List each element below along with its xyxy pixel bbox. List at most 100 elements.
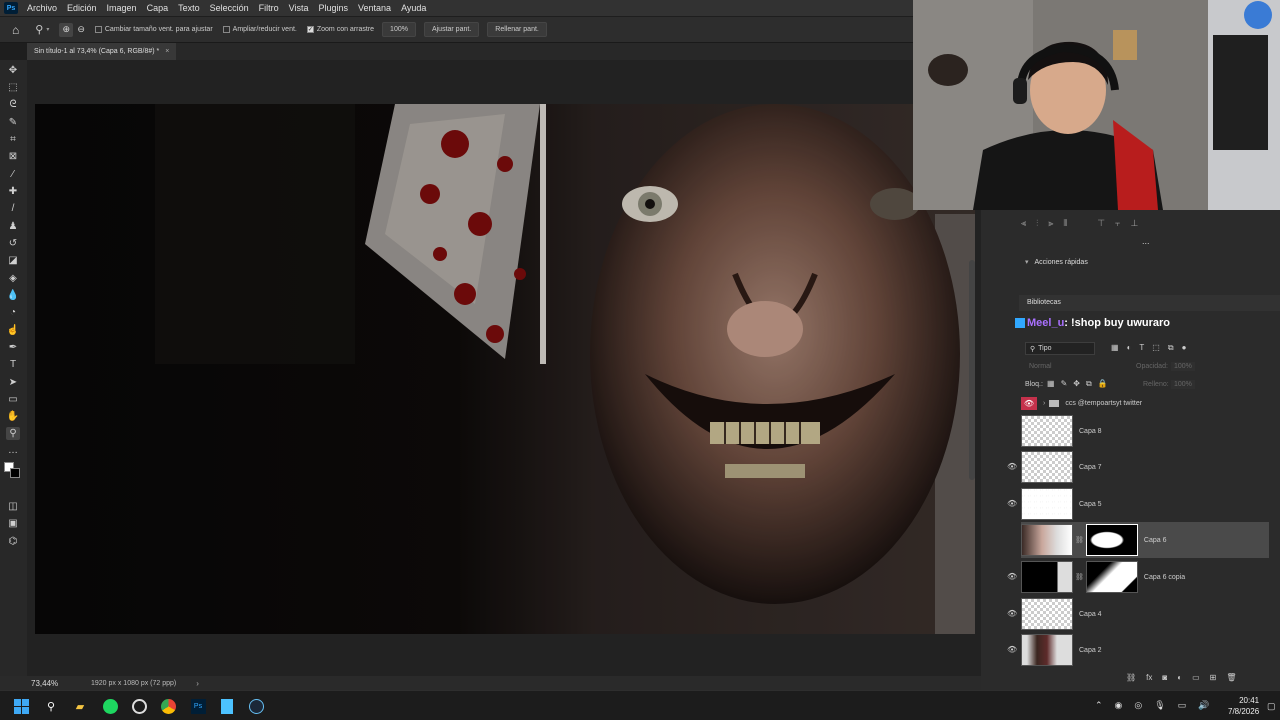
chevron-up-icon[interactable]: ⌃ bbox=[1095, 700, 1103, 711]
menu-ventana[interactable]: Ventana bbox=[353, 3, 396, 13]
notifications-icon[interactable]: ▢ bbox=[1267, 701, 1276, 712]
align-left-icon[interactable]: ⫷ bbox=[1021, 218, 1026, 230]
document-canvas[interactable] bbox=[35, 104, 975, 634]
opacity-field[interactable]: 100% bbox=[1171, 362, 1195, 371]
zoom-tool-active-icon[interactable]: ⚲ bbox=[6, 427, 20, 440]
pixel-filter-icon[interactable]: ▦ bbox=[1111, 343, 1119, 353]
notepad-icon[interactable] bbox=[218, 697, 236, 715]
more-tools-icon[interactable]: … bbox=[6, 444, 20, 457]
adjustment-filter-icon[interactable]: ◐ bbox=[1127, 343, 1132, 353]
filter-toggle-icon[interactable]: ● bbox=[1182, 343, 1187, 353]
layer-row[interactable]: 👁 Capa 2 bbox=[1007, 632, 1265, 668]
fill-screen-button[interactable]: Rellenar pant. bbox=[487, 22, 547, 37]
eye-icon[interactable]: 👁 bbox=[1007, 572, 1017, 582]
layer-name[interactable]: Capa 4 bbox=[1079, 611, 1102, 618]
clock[interactable]: 20:41 7/8/2026 bbox=[1228, 695, 1259, 717]
resize-windows-checkbox[interactable]: Cambiar tamaño vent. para ajustar bbox=[94, 26, 213, 33]
zoom-100-button[interactable]: 100% bbox=[382, 22, 416, 37]
layer-row[interactable]: 👁 Capa 7 bbox=[1007, 449, 1265, 485]
zoom-all-checkbox[interactable]: Ampliar/reducir vent. bbox=[222, 26, 297, 33]
fx-icon[interactable]: fx bbox=[1146, 673, 1152, 682]
menu-vista[interactable]: Vista bbox=[284, 3, 314, 13]
text-filter-icon[interactable]: T bbox=[1139, 343, 1144, 353]
obs-icon[interactable] bbox=[130, 697, 148, 715]
quick-mask-icon[interactable]: ◫ bbox=[6, 500, 20, 513]
layer-group-row[interactable]: 👁 › ccs @tempoartsyt twitter bbox=[1019, 396, 1269, 411]
layer-row[interactable]: 👁 Capa 5 bbox=[1007, 486, 1265, 522]
menu-texto[interactable]: Texto bbox=[173, 3, 205, 13]
move-tool-icon[interactable]: ✥ bbox=[6, 64, 20, 77]
layer-name[interactable]: Capa 5 bbox=[1079, 501, 1102, 508]
dodge-tool-icon[interactable]: ◔ bbox=[6, 306, 20, 319]
layer-row[interactable]: Capa 8 bbox=[1021, 413, 1265, 449]
align-bottom-icon[interactable]: ⊥ bbox=[1131, 218, 1139, 230]
eye-icon[interactable]: 👁 bbox=[1007, 645, 1017, 655]
layer-name[interactable]: Capa 8 bbox=[1079, 428, 1102, 435]
eye-icon[interactable]: 👁 bbox=[1007, 499, 1017, 509]
menu-filtro[interactable]: Filtro bbox=[254, 3, 284, 13]
stamp-tool-icon[interactable]: ♟ bbox=[6, 220, 20, 233]
align-right-icon[interactable]: ⫸ bbox=[1048, 218, 1053, 230]
screen-mode-icon[interactable]: ▣ bbox=[6, 517, 20, 530]
path-select-tool-icon[interactable]: ➤ bbox=[6, 376, 20, 389]
blur-tool-icon[interactable]: 💧 bbox=[6, 289, 20, 302]
align-center-icon[interactable]: ⫶ bbox=[1036, 218, 1038, 230]
link-icon[interactable]: ⛓ bbox=[1075, 573, 1084, 581]
blend-mode-select[interactable]: Normal bbox=[1029, 363, 1052, 370]
eye-icon[interactable]: 👁 bbox=[1007, 462, 1017, 472]
close-icon[interactable]: × bbox=[165, 48, 169, 55]
lock-artboard-icon[interactable]: ⧉ bbox=[1086, 379, 1092, 389]
align-middle-icon[interactable]: ⫟ bbox=[1115, 218, 1120, 230]
spotify-icon[interactable] bbox=[101, 697, 119, 715]
layer-mask-thumbnail[interactable] bbox=[1085, 524, 1138, 556]
zoom-in-icon[interactable]: ⊕ bbox=[59, 22, 74, 37]
menu-ayuda[interactable]: Ayuda bbox=[396, 3, 431, 13]
layer-name[interactable]: Capa 2 bbox=[1079, 647, 1102, 654]
search-icon[interactable]: ⚲ bbox=[42, 697, 60, 715]
chevron-right-icon[interactable]: › bbox=[1043, 400, 1045, 407]
libraries-tab[interactable]: Bibliotecas bbox=[1019, 295, 1280, 311]
delete-layer-icon[interactable]: 🗑 bbox=[1226, 673, 1236, 682]
menu-imagen[interactable]: Imagen bbox=[102, 3, 142, 13]
link-layers-icon[interactable]: ⛓ bbox=[1126, 673, 1136, 682]
lasso-tool-icon[interactable]: ᘓ bbox=[6, 98, 20, 111]
vertical-scrollbar[interactable] bbox=[969, 260, 975, 480]
microphone-icon[interactable]: 🎙 bbox=[1154, 700, 1165, 711]
chrome-icon[interactable] bbox=[159, 697, 177, 715]
menu-plugins[interactable]: Plugins bbox=[314, 3, 354, 13]
scrubby-zoom-checkbox[interactable]: ✓ Zoom con arrastre bbox=[306, 26, 374, 33]
marquee-tool-icon[interactable]: ⬚ bbox=[6, 81, 20, 94]
pen-tool-icon[interactable]: ✒ bbox=[6, 341, 20, 354]
distribute-icon[interactable]: ⫴ bbox=[1063, 218, 1067, 230]
menu-seleccion[interactable]: Selección bbox=[205, 3, 254, 13]
lock-transparency-icon[interactable]: ▦ bbox=[1047, 379, 1055, 389]
new-layer-icon[interactable]: ⊞ bbox=[1210, 673, 1217, 682]
fit-screen-button[interactable]: Ajustar pant. bbox=[423, 22, 480, 37]
photoshop-icon[interactable]: Ps bbox=[189, 697, 207, 715]
network-icon[interactable]: ▭ bbox=[1178, 700, 1187, 711]
lock-all-icon[interactable]: 🔒 bbox=[1098, 379, 1108, 389]
rectangle-tool-icon[interactable]: ▭ bbox=[6, 393, 20, 406]
eye-icon[interactable]: 👁 bbox=[1007, 609, 1017, 619]
layer-visibility-toggle[interactable] bbox=[1007, 426, 1017, 436]
crop-tool-icon[interactable]: ⌗ bbox=[6, 133, 20, 146]
smudge-tool-icon[interactable]: ☝ bbox=[6, 324, 20, 337]
windows-icon[interactable] bbox=[12, 697, 30, 715]
history-brush-tool-icon[interactable]: ↺ bbox=[6, 237, 20, 250]
tray-app-icon[interactable]: ◉ bbox=[1115, 700, 1123, 711]
lock-paint-icon[interactable]: ✎ bbox=[1061, 379, 1068, 389]
layer-name[interactable]: Capa 6 copia bbox=[1144, 574, 1185, 581]
layer-visibility-toggle[interactable] bbox=[1007, 535, 1017, 545]
menu-edicion[interactable]: Edición bbox=[62, 3, 102, 13]
eyedropper-tool-icon[interactable]: ⁄ bbox=[6, 168, 20, 181]
new-group-icon[interactable]: ▭ bbox=[1192, 673, 1200, 682]
hand-tool-icon[interactable]: ✋ bbox=[6, 410, 20, 423]
lock-position-icon[interactable]: ✥ bbox=[1073, 379, 1080, 389]
layer-row-selected[interactable]: ⛓ Capa 6 bbox=[1021, 522, 1269, 558]
eraser-tool-icon[interactable]: ◪ bbox=[6, 254, 20, 267]
menu-archivo[interactable]: Archivo bbox=[22, 3, 62, 13]
status-menu-arrow[interactable]: › bbox=[196, 679, 199, 688]
layer-name[interactable]: Capa 6 bbox=[1144, 537, 1167, 544]
steam-icon[interactable] bbox=[247, 697, 265, 715]
align-top-icon[interactable]: ⊤ bbox=[1097, 218, 1105, 230]
